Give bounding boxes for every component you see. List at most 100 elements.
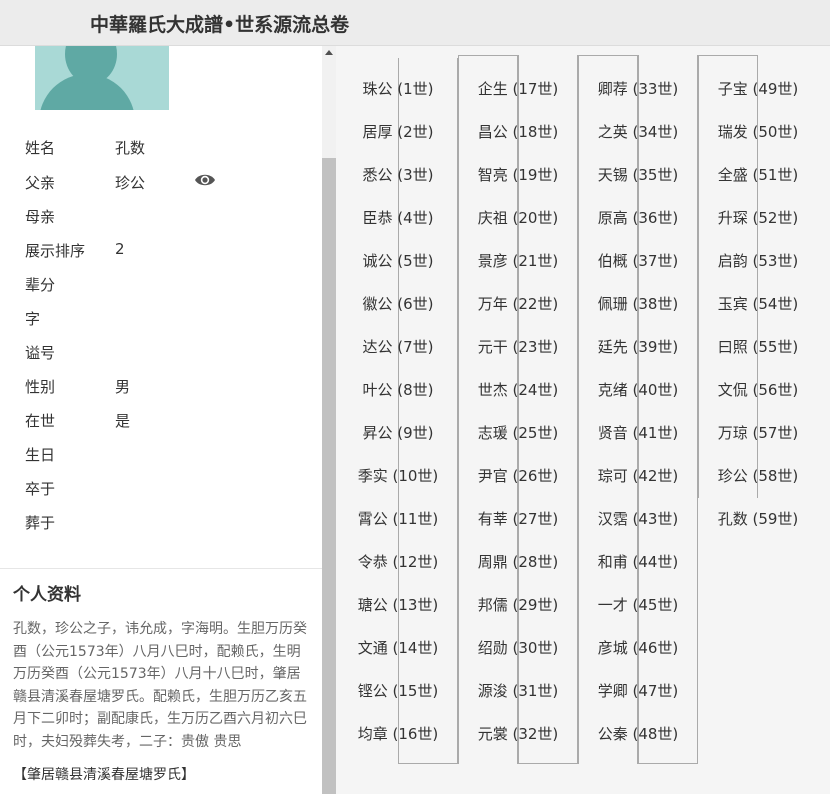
generation-item[interactable]: 有莘 (27世) [458,508,578,529]
field-label: 姓名 [25,139,56,157]
field-living: 在世 是 [25,410,305,434]
generation-item[interactable]: 玉宾 (54世) [698,293,818,314]
generation-item[interactable]: 铿公 (15世) [338,680,458,701]
field-burial: 葬于 [25,512,305,536]
generation-item[interactable]: 瑞发 (50世) [698,121,818,142]
field-gender: 性别 男 [25,376,305,400]
generation-item[interactable]: 季实 (10世) [338,465,458,486]
generation-item[interactable]: 贤音 (41世) [578,422,698,443]
profile-text: 孔数，珍公之子，讳允成，字海明。生胆万历癸酉（公元1573年）八月八巳时，配赖氏… [13,621,307,750]
field-father: 父亲 珍公 [25,172,305,196]
generation-item[interactable]: 彦城 (46世) [578,637,698,658]
field-value: 是 [115,412,131,430]
generation-item[interactable]: 升琛 (52世) [698,207,818,228]
field-label: 在世 [25,412,56,430]
profile-source: 【肇居赣县清溪春屋塘罗氏】 [13,767,195,783]
generation-item[interactable]: 一才 (45世) [578,594,698,615]
field-birth: 生日 [25,444,305,468]
eye-icon[interactable] [194,171,216,189]
generation-item[interactable]: 之英 (34世) [578,121,698,142]
generation-item[interactable]: 子宝 (49世) [698,78,818,99]
generation-item[interactable]: 元干 (23世) [458,336,578,357]
generation-item[interactable]: 居厚 (2世) [338,121,458,142]
generation-item[interactable]: 克绪 (40世) [578,379,698,400]
generation-item[interactable]: 昌公 (18世) [458,121,578,142]
generation-item[interactable]: 周鼎 (28世) [458,551,578,572]
generation-item[interactable]: 伯概 (37世) [578,250,698,271]
generation-item[interactable]: 汉霑 (43世) [578,508,698,529]
generation-item[interactable]: 徽公 (6世) [338,293,458,314]
field-value: 孔数 [115,139,146,157]
generation-item[interactable]: 昇公 (9世) [338,422,458,443]
field-label: 母亲 [25,208,56,226]
generation-item[interactable]: 尹官 (26世) [458,465,578,486]
generation-item[interactable]: 叶公 (8世) [338,379,458,400]
generation-item[interactable]: 志瑗 (25世) [458,422,578,443]
generation-item[interactable]: 公秦 (48世) [578,723,698,744]
field-order: 展示排序 2 [25,240,305,264]
field-name: 姓名 孔数 [25,137,305,161]
app-header: 中華羅氏大成譜•世系源流总卷 [0,0,830,46]
generation-item[interactable]: 原高 (36世) [578,207,698,228]
scroll-up-arrow-icon[interactable] [325,50,333,55]
person-detail-panel: 姓名 孔数 父亲 珍公 母亲 展示排序 2 辈分 字 谥号 性别 男 在世 是 [0,46,322,794]
generation-item[interactable]: 和甫 (44世) [578,551,698,572]
generation-item[interactable]: 卿荐 (33世) [578,78,698,99]
generation-item[interactable]: 庆祖 (20世) [458,207,578,228]
scrollbar-thumb[interactable] [322,158,336,794]
field-label: 葬于 [25,514,56,532]
generation-item[interactable]: 瑭公 (13世) [338,594,458,615]
field-label: 性别 [25,378,56,396]
generation-item[interactable]: 邦儒 (29世) [458,594,578,615]
generation-item[interactable]: 绍勋 (30世) [458,637,578,658]
generation-item[interactable]: 佩珊 (38世) [578,293,698,314]
generation-item[interactable]: 诚公 (5世) [338,250,458,271]
field-label: 卒于 [25,480,56,498]
generation-item[interactable]: 启韵 (53世) [698,250,818,271]
generation-item[interactable]: 世杰 (24世) [458,379,578,400]
page-title: 中華羅氏大成譜•世系源流总卷 [90,14,350,36]
field-value: 2 [115,240,125,258]
generation-item[interactable]: 企生 (17世) [458,78,578,99]
generation-item[interactable]: 源浚 (31世) [458,680,578,701]
generation-item[interactable]: 令恭 (12世) [338,551,458,572]
field-label: 展示排序 [25,242,86,260]
field-generation-name: 辈分 [25,274,305,298]
generation-item[interactable]: 学卿 (47世) [578,680,698,701]
generation-item[interactable]: 景彦 (21世) [458,250,578,271]
generation-item[interactable]: 珠公 (1世) [338,78,458,99]
avatar [35,46,169,110]
generation-item[interactable]: 达公 (7世) [338,336,458,357]
field-mother: 母亲 [25,206,305,230]
generation-item[interactable]: 孔数 (59世) [698,508,818,529]
generation-item[interactable]: 智亮 (19世) [458,164,578,185]
generation-item[interactable]: 琮可 (42世) [578,465,698,486]
generation-item[interactable]: 廷先 (39世) [578,336,698,357]
field-label: 谥号 [25,344,56,362]
divider [0,568,322,569]
father-link[interactable]: 珍公 [115,172,145,193]
field-label: 生日 [25,446,56,464]
generation-item[interactable]: 万年 (22世) [458,293,578,314]
field-value: 男 [115,378,131,396]
generation-item[interactable]: 万琼 (57世) [698,422,818,443]
generation-item[interactable]: 文通 (14世) [338,637,458,658]
generation-item[interactable]: 天锡 (35世) [578,164,698,185]
generation-item[interactable]: 悉公 (3世) [338,164,458,185]
generation-item[interactable]: 文侃 (56世) [698,379,818,400]
generation-item[interactable]: 元裳 (32世) [458,723,578,744]
lineage-panel: 珠公 (1世) 居厚 (2世) 悉公 (3世) 臣恭 (4世) 诚公 (5世) 徽公 (6… [336,46,830,794]
field-death: 卒于 [25,478,305,502]
scrollbar[interactable] [322,46,336,794]
generation-item[interactable]: 全盛 (51世) [698,164,818,185]
generation-item[interactable]: 珍公 (58世) [698,465,818,486]
generation-item[interactable]: 霄公 (11世) [338,508,458,529]
generation-item[interactable]: 曰照 (55世) [698,336,818,357]
profile-title: 个人资料 [13,585,81,605]
field-courtesy-name: 字 [25,308,305,332]
field-label: 辈分 [25,276,56,294]
generation-item[interactable]: 均章 (16世) [338,723,458,744]
generation-item[interactable]: 臣恭 (4世) [338,207,458,228]
field-label: 父亲 [25,174,56,192]
field-label: 字 [25,310,41,328]
